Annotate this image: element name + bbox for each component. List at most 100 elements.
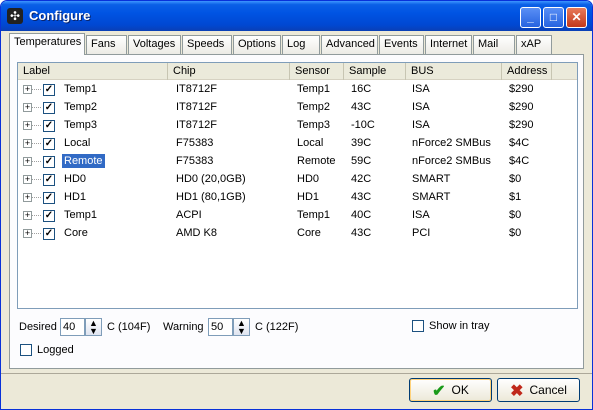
tab-internet[interactable]: Internet [425, 35, 472, 54]
tab-xap[interactable]: xAP [516, 35, 552, 54]
warning-unit: C (122F) [255, 321, 299, 333]
row-address: $0 [509, 209, 522, 221]
row-checkbox[interactable]: ✓ [43, 192, 55, 204]
expand-icon[interactable]: + [23, 85, 32, 94]
expand-icon[interactable]: + [23, 193, 32, 202]
warning-label: Warning [163, 321, 204, 333]
ok-button-label: OK [451, 383, 469, 397]
row-sample: -10C [351, 119, 375, 131]
column-sensor[interactable]: Sensor [290, 63, 344, 80]
column-label[interactable]: Label [18, 63, 168, 80]
row-sample: 16C [351, 83, 372, 95]
maximize-button[interactable]: □ [543, 7, 564, 28]
table-row[interactable]: + ✓ HD0 HD0 (20,0GB) HD0 42C SMART $0 [18, 171, 577, 189]
tab-log[interactable]: Log [282, 35, 320, 54]
row-sample: 43C [351, 191, 372, 203]
logged-checkbox[interactable] [20, 344, 32, 356]
temperatures-panel: Label Chip Sensor Sample BUS Address + ✓… [9, 54, 584, 369]
table-row[interactable]: + ✓ Temp2 IT8712F Temp2 43C ISA $290 [18, 99, 577, 117]
expand-icon[interactable]: + [23, 229, 32, 238]
column-address[interactable]: Address [502, 63, 552, 80]
table-row[interactable]: + ✓ Temp1 ACPI Temp1 40C ISA $0 [18, 207, 577, 225]
warning-spin-button[interactable]: ▲ ▼ [233, 318, 250, 336]
row-bus: SMART [412, 191, 451, 203]
list-header: Label Chip Sensor Sample BUS Address [18, 63, 577, 80]
row-sensor: HD0 [297, 173, 320, 185]
desired-label: Desired [19, 321, 57, 333]
x-icon: ✖ [510, 383, 524, 400]
expand-icon[interactable]: + [23, 139, 32, 148]
minimize-button[interactable]: _ [520, 7, 541, 28]
row-address: $4C [509, 155, 530, 167]
row-chip: IT8712F [176, 119, 217, 131]
row-chip: IT8712F [176, 83, 217, 95]
row-bus: SMART [412, 173, 451, 185]
row-sample: 42C [351, 173, 372, 185]
row-checkbox[interactable]: ✓ [43, 156, 55, 168]
window-title: Configure [29, 8, 91, 23]
checkmark-icon: ✔ [432, 383, 446, 400]
app-gear-icon: ✣ [7, 8, 23, 24]
tab-options[interactable]: Options [233, 35, 281, 54]
table-row[interactable]: + ✓ Temp1 IT8712F Temp1 16C ISA $290 [18, 81, 577, 99]
sensor-list[interactable]: Label Chip Sensor Sample BUS Address + ✓… [17, 62, 578, 309]
row-chip: F75383 [176, 137, 214, 149]
tab-voltages[interactable]: Voltages [128, 35, 181, 54]
tab-events[interactable]: Events [379, 35, 424, 54]
desired-input[interactable] [60, 318, 85, 336]
cancel-button-label: Cancel [529, 383, 567, 397]
column-sample[interactable]: Sample [344, 63, 406, 80]
row-label: HD0 [64, 173, 87, 185]
tab-temperatures[interactable]: Temperatures [9, 33, 85, 55]
title-bar[interactable]: ✣ Configure _ □ ✕ [1, 1, 592, 31]
row-label: Temp2 [64, 101, 98, 113]
cancel-button[interactable]: ✖ Cancel [497, 378, 580, 402]
expand-icon[interactable]: + [23, 175, 32, 184]
threshold-settings: Desired ▲▼ C (104F) Warning ▲▼ C (122F) … [10, 311, 583, 369]
row-label: Local [64, 137, 91, 149]
warning-input[interactable] [208, 318, 233, 336]
row-chip: HD1 (80,1GB) [176, 191, 246, 203]
table-row[interactable]: + ✓ HD1 HD1 (80,1GB) HD1 43C SMART $1 [18, 189, 577, 207]
close-button[interactable]: ✕ [566, 7, 587, 28]
desired-spin-button[interactable]: ▲ ▼ [85, 318, 102, 336]
row-label: HD1 [64, 191, 87, 203]
row-bus: ISA [412, 209, 430, 221]
expand-icon[interactable]: + [23, 211, 32, 220]
show-in-tray-checkbox[interactable] [412, 320, 424, 332]
table-row[interactable]: + ✓ Core AMD K8 Core 43C PCI $0 [18, 225, 577, 243]
row-sensor: Temp2 [297, 101, 331, 113]
row-checkbox[interactable]: ✓ [43, 174, 55, 186]
expand-icon[interactable]: + [23, 157, 32, 166]
row-label: Temp1 [64, 209, 98, 221]
row-checkbox[interactable]: ✓ [43, 210, 55, 222]
row-checkbox[interactable]: ✓ [43, 138, 55, 150]
table-row[interactable]: + ✓ Local F75383 Local 39C nForce2 SMBus… [18, 135, 577, 153]
column-chip[interactable]: Chip [168, 63, 290, 80]
tab-mail[interactable]: Mail [473, 35, 515, 54]
expand-icon[interactable]: + [23, 121, 32, 130]
ok-button[interactable]: ✔ OK [409, 378, 492, 402]
row-chip: AMD K8 [176, 227, 217, 239]
tab-speeds[interactable]: Speeds [182, 35, 232, 54]
row-sample: 43C [351, 101, 372, 113]
desired-unit: C (104F) [107, 321, 151, 333]
row-checkbox[interactable]: ✓ [43, 102, 55, 114]
row-checkbox[interactable]: ✓ [43, 84, 55, 96]
row-label: Remote [62, 154, 105, 168]
row-bus: PCI [412, 227, 431, 239]
row-checkbox[interactable]: ✓ [43, 120, 55, 132]
row-chip: F75383 [176, 155, 214, 167]
row-label: Core [64, 227, 88, 239]
row-sample: 43C [351, 227, 372, 239]
tab-fans[interactable]: Fans [86, 35, 127, 54]
table-row-selected[interactable]: + ✓ Remote F75383 Remote 59C nForce2 SMB… [18, 153, 577, 171]
row-sensor: Temp1 [297, 83, 331, 95]
table-row[interactable]: + ✓ Temp3 IT8712F Temp3 -10C ISA $290 [18, 117, 577, 135]
row-checkbox[interactable]: ✓ [43, 228, 55, 240]
column-bus[interactable]: BUS [406, 63, 502, 80]
tab-advanced[interactable]: Advanced [321, 35, 378, 54]
row-address: $4C [509, 137, 530, 149]
row-address: $0 [509, 227, 522, 239]
expand-icon[interactable]: + [23, 103, 32, 112]
